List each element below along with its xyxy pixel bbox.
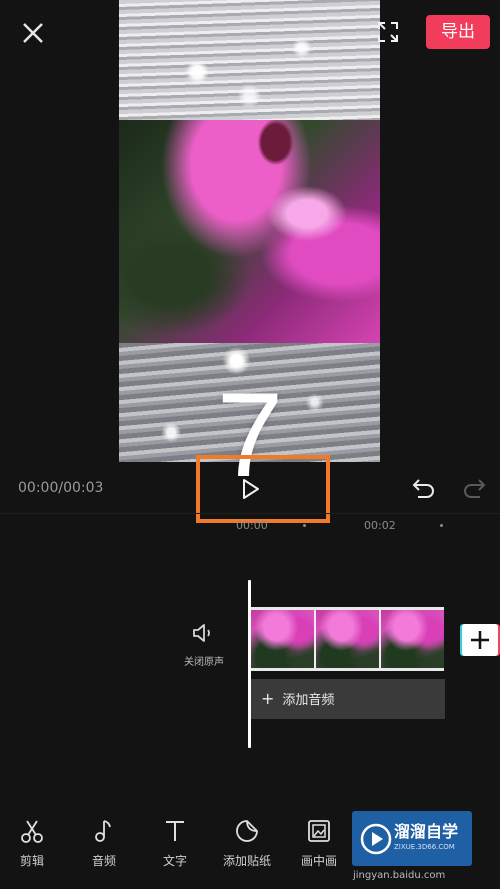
add-clip-button[interactable] xyxy=(462,624,498,656)
play-circle-icon xyxy=(360,823,392,855)
music-note-icon xyxy=(95,820,111,842)
add-audio-label: 添加音频 xyxy=(282,693,335,708)
ruler-tick-label: 00:02 xyxy=(364,519,396,532)
add-audio-button[interactable]: + 添加音频 xyxy=(251,679,445,719)
undo-button[interactable] xyxy=(410,476,438,502)
text-icon xyxy=(166,821,184,841)
clip-thumbnail xyxy=(316,610,381,668)
toolbar-item-edit[interactable]: 剪辑 xyxy=(2,818,62,869)
ruler-dot xyxy=(303,524,306,527)
video-clip[interactable] xyxy=(251,607,444,671)
clip-thumbnail xyxy=(251,610,316,668)
fullscreen-button[interactable] xyxy=(376,20,400,44)
clip-thumbnail xyxy=(381,610,444,668)
playhead[interactable] xyxy=(248,580,251,748)
close-icon xyxy=(23,23,43,43)
toolbar-item-text[interactable]: 文字 xyxy=(145,818,205,869)
ruler-tick-label: 00:00 xyxy=(236,519,268,532)
toolbar-item-label: 画中画 xyxy=(300,854,337,868)
toolbar-item-label: 添加贴纸 xyxy=(222,854,271,868)
sticker-icon xyxy=(236,820,258,842)
mute-original-button[interactable] xyxy=(190,620,216,646)
preview-water-top xyxy=(119,0,380,120)
watermark-subtitle: ZIXUE.3D66.COM xyxy=(394,843,455,851)
undo-icon xyxy=(412,479,434,498)
divider xyxy=(0,513,500,514)
redo-icon xyxy=(464,479,486,498)
picture-in-picture-icon xyxy=(308,820,330,842)
plus-icon xyxy=(471,631,489,649)
close-button[interactable] xyxy=(18,18,48,48)
export-button[interactable]: 导出 xyxy=(426,15,490,49)
scissors-icon xyxy=(21,820,43,843)
toolbar-item-label: 音频 xyxy=(91,854,116,868)
speaker-icon xyxy=(193,624,210,642)
mute-original-label: 关闭原声 xyxy=(184,657,224,668)
ruler-dot xyxy=(440,524,443,527)
time-display: 00:00/00:03 xyxy=(18,480,104,496)
redo-button[interactable] xyxy=(462,476,488,502)
preview-flower xyxy=(119,120,380,343)
toolbar-item-label: 剪辑 xyxy=(19,854,44,868)
toolbar-item-sticker[interactable]: 添加贴纸 xyxy=(217,818,277,869)
add-audio-plus: + xyxy=(261,689,275,708)
toolbar-item-label: 文字 xyxy=(162,854,187,868)
toolbar-item-pip[interactable]: 画中画 xyxy=(289,818,349,869)
fullscreen-icon xyxy=(378,22,398,42)
watermark-title: 溜溜自学 xyxy=(394,822,459,841)
toolbar-item-audio[interactable]: 音频 xyxy=(74,818,134,869)
source-url: jingyan.baidu.com xyxy=(353,870,446,881)
